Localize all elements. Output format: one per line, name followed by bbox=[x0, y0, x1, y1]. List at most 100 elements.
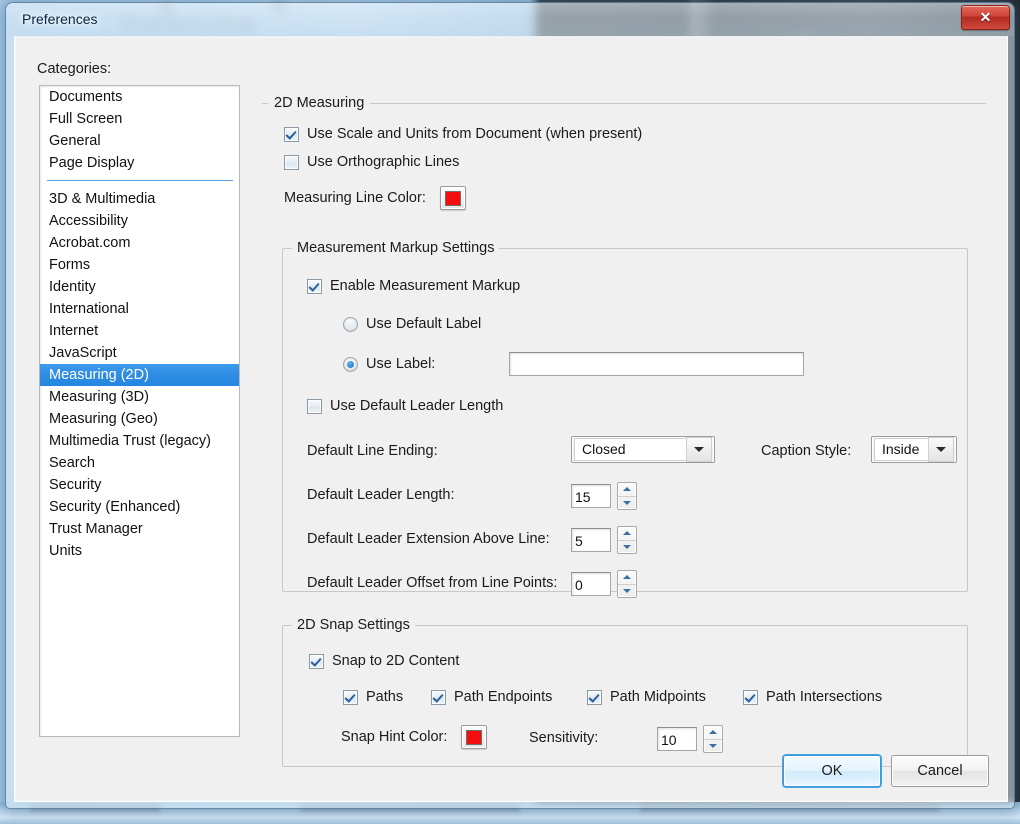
default-leader-extension-stepper[interactable] bbox=[571, 526, 637, 554]
checkbox-use-orthographic-row[interactable]: Use Orthographic Lines bbox=[284, 154, 459, 170]
snap-option-label: Path Intersections bbox=[766, 689, 883, 705]
snap-option-label: Path Midpoints bbox=[610, 689, 706, 705]
stepper-buttons[interactable] bbox=[617, 482, 637, 510]
use-orthographic-checkbox[interactable] bbox=[284, 154, 299, 170]
stepper-down-button[interactable] bbox=[704, 740, 722, 753]
category-separator bbox=[40, 174, 239, 188]
default-line-ending-label: Default Line Ending: bbox=[307, 443, 438, 459]
measuring-line-color-swatch[interactable] bbox=[439, 186, 466, 210]
caption-style-dropdown[interactable]: Inside bbox=[871, 436, 957, 463]
dialog-titlebar[interactable]: Preferences ✕ bbox=[6, 3, 1014, 36]
snap-option-row[interactable]: Path Midpoints bbox=[587, 689, 706, 705]
category-item[interactable]: Measuring (3D) bbox=[40, 386, 239, 408]
stepper-down-button[interactable] bbox=[618, 541, 636, 554]
checkbox-use-scale-units-row[interactable]: Use Scale and Units from Document (when … bbox=[284, 126, 642, 142]
checkbox-snap-to-2d-row[interactable]: Snap to 2D Content bbox=[309, 653, 459, 669]
close-button[interactable]: ✕ bbox=[961, 5, 1010, 30]
category-item[interactable]: Internet bbox=[40, 320, 239, 342]
sensitivity-input[interactable] bbox=[657, 727, 697, 751]
default-leader-length-label: Default Leader Length: bbox=[307, 487, 455, 503]
snap-option-row[interactable]: Path Endpoints bbox=[431, 689, 552, 705]
category-item[interactable]: Acrobat.com bbox=[40, 232, 239, 254]
snap-hint-color-label: Snap Hint Color: bbox=[341, 729, 448, 745]
use-scale-units-checkbox[interactable] bbox=[284, 126, 299, 142]
sensitivity-stepper[interactable] bbox=[657, 725, 723, 753]
radio-use-default-label-row[interactable]: Use Default Label bbox=[343, 316, 481, 332]
default-line-ending-dropdown[interactable]: Closed bbox=[571, 436, 715, 463]
use-default-leader-length-checkbox[interactable] bbox=[307, 398, 322, 414]
category-item[interactable]: General bbox=[40, 130, 239, 152]
category-item[interactable]: Security (Enhanced) bbox=[40, 496, 239, 518]
snap-option-label: Path Endpoints bbox=[454, 689, 553, 705]
stepper-buttons[interactable] bbox=[617, 570, 637, 598]
stepper-up-button[interactable] bbox=[618, 527, 636, 541]
group-2d-measuring-legend: 2D Measuring bbox=[268, 95, 371, 111]
default-leader-length-input[interactable] bbox=[571, 484, 611, 508]
category-item[interactable]: Identity bbox=[40, 276, 239, 298]
chevron-down-icon bbox=[686, 437, 712, 462]
use-label-input[interactable] bbox=[509, 352, 804, 376]
cancel-button[interactable]: Cancel bbox=[891, 755, 989, 787]
dialog-title: Preferences bbox=[22, 11, 98, 27]
radio-use-label-row[interactable]: Use Label: bbox=[343, 356, 435, 372]
use-label-radio[interactable] bbox=[343, 356, 358, 372]
default-leader-offset-stepper[interactable] bbox=[571, 570, 637, 598]
use-default-label-radio[interactable] bbox=[343, 316, 358, 332]
stepper-up-button[interactable] bbox=[704, 726, 722, 740]
checkbox-enable-markup-row[interactable]: Enable Measurement Markup bbox=[307, 278, 520, 294]
category-item[interactable]: Measuring (2D) bbox=[40, 364, 239, 386]
use-default-label-label: Use Default Label bbox=[366, 316, 482, 332]
snap-option-checkbox[interactable] bbox=[587, 689, 602, 705]
category-item[interactable]: Documents bbox=[40, 86, 239, 108]
group-2d-measuring: 2D Measuring Use Scale and Units from Do… bbox=[262, 95, 986, 767]
snap-option-label: Paths bbox=[366, 689, 404, 705]
snap-option-checkbox[interactable] bbox=[431, 689, 446, 705]
snap-to-2d-label: Snap to 2D Content bbox=[332, 653, 460, 669]
category-item[interactable]: 3D & Multimedia bbox=[40, 188, 239, 210]
stepper-buttons[interactable] bbox=[703, 725, 723, 753]
default-leader-length-stepper[interactable] bbox=[571, 482, 637, 510]
checkbox-use-default-leader-length-row[interactable]: Use Default Leader Length bbox=[307, 398, 503, 414]
category-item[interactable]: Security bbox=[40, 474, 239, 496]
category-item[interactable]: Accessibility bbox=[40, 210, 239, 232]
snap-hint-color-swatch[interactable] bbox=[461, 725, 488, 749]
measuring-line-color-row[interactable]: Measuring Line Color: bbox=[284, 186, 466, 210]
default-leader-extension-input[interactable] bbox=[571, 528, 611, 552]
stepper-down-button[interactable] bbox=[618, 585, 636, 598]
snap-option-row[interactable]: Paths bbox=[343, 689, 403, 705]
enable-markup-checkbox[interactable] bbox=[307, 278, 322, 294]
enable-markup-label: Enable Measurement Markup bbox=[330, 278, 521, 294]
use-scale-units-label: Use Scale and Units from Document (when … bbox=[307, 126, 643, 142]
category-item[interactable]: Page Display bbox=[40, 152, 239, 174]
category-item[interactable]: Full Screen bbox=[40, 108, 239, 130]
preferences-dialog: Preferences ✕ Categories: Documents Full … bbox=[6, 3, 1014, 808]
close-icon: ✕ bbox=[979, 9, 992, 25]
snap-to-2d-checkbox[interactable] bbox=[309, 653, 324, 669]
default-leader-offset-label: Default Leader Offset from Line Points: bbox=[307, 575, 558, 591]
categories-label: Categories: bbox=[37, 61, 112, 77]
category-item[interactable]: JavaScript bbox=[40, 342, 239, 364]
category-item[interactable]: Forms bbox=[40, 254, 239, 276]
group-measurement-markup-legend: Measurement Markup Settings bbox=[297, 240, 495, 256]
group-measurement-markup: Measurement Markup Settings Enable Measu… bbox=[282, 240, 968, 598]
snap-option-row[interactable]: Path Intersections bbox=[743, 689, 882, 705]
category-item[interactable]: Trust Manager bbox=[40, 518, 239, 540]
titlebar-glass bbox=[6, 3, 1014, 36]
snap-option-checkbox[interactable] bbox=[343, 689, 358, 705]
stepper-buttons[interactable] bbox=[617, 526, 637, 554]
stepper-down-button[interactable] bbox=[618, 497, 636, 510]
category-item[interactable]: Multimedia Trust (legacy) bbox=[40, 430, 239, 452]
category-item[interactable]: Units bbox=[40, 540, 239, 562]
stepper-up-button[interactable] bbox=[618, 571, 636, 585]
ok-button[interactable]: OK bbox=[783, 755, 881, 787]
use-orthographic-label: Use Orthographic Lines bbox=[307, 154, 460, 170]
category-item[interactable]: International bbox=[40, 298, 239, 320]
snap-options-row: Paths Path Endpoints Path Midpoints Path In… bbox=[343, 689, 963, 709]
categories-list[interactable]: Documents Full Screen General Page Display 3… bbox=[39, 85, 240, 737]
snap-option-checkbox[interactable] bbox=[743, 689, 758, 705]
snap-hint-color-row[interactable]: Snap Hint Color: bbox=[341, 725, 488, 749]
stepper-up-button[interactable] bbox=[618, 483, 636, 497]
default-leader-offset-input[interactable] bbox=[571, 572, 611, 596]
category-item[interactable]: Measuring (Geo) bbox=[40, 408, 239, 430]
category-item[interactable]: Search bbox=[40, 452, 239, 474]
